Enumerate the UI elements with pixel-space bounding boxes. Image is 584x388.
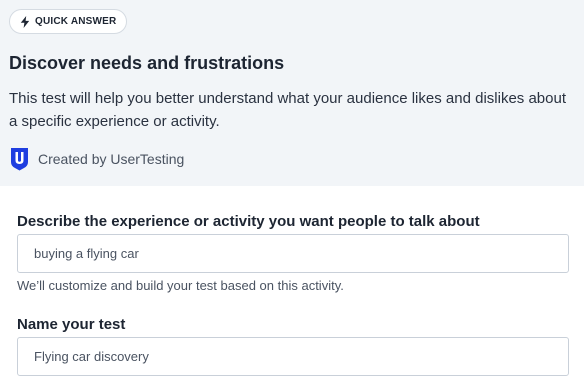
activity-input[interactable] (17, 234, 569, 273)
creator-label: Created by UserTesting (38, 151, 185, 167)
badge-label: QUICK ANSWER (35, 16, 117, 27)
page-title: Discover needs and frustrations (9, 53, 285, 73)
activity-help-text: We’ll customize and build your test base… (17, 278, 344, 293)
test-name-field-label: Name your test (17, 316, 126, 333)
quick-answer-badge: QUICK ANSWER (9, 9, 128, 34)
activity-field-label: Describe the experience or activity you … (17, 213, 480, 230)
test-name-input[interactable] (17, 337, 569, 376)
template-header: QUICK ANSWER Discover needs and frustrat… (0, 0, 584, 186)
lightning-bolt-icon (20, 15, 30, 28)
usertesting-logo-icon (10, 147, 29, 171)
creator-info: Created by UserTesting (10, 147, 184, 171)
template-description: This test will help you better understan… (9, 90, 566, 130)
